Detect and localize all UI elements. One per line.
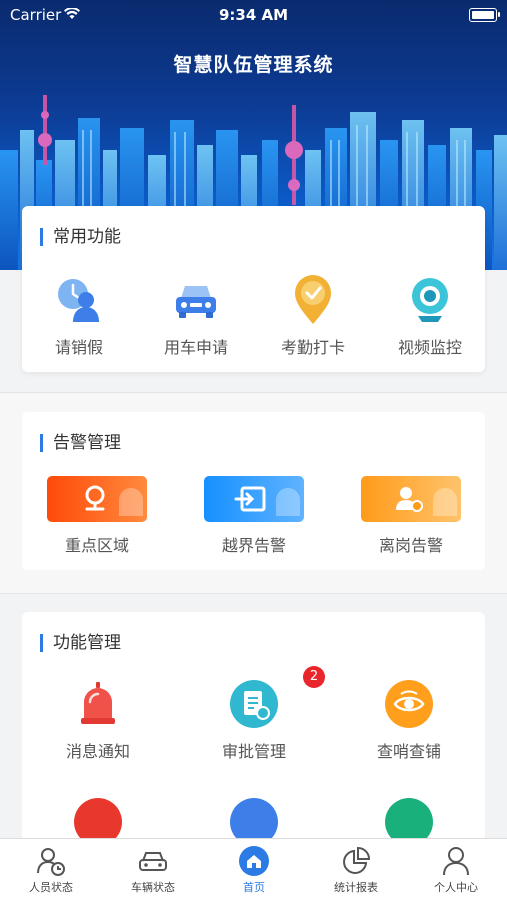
feature-checkin[interactable]: 考勤打卡 xyxy=(258,274,368,358)
inspection-icon xyxy=(383,678,435,730)
feature-checkin-label: 考勤打卡 xyxy=(280,338,345,357)
section-title-alarm: 告警管理 xyxy=(40,434,121,452)
alarm-key-area-label: 重点区域 xyxy=(64,536,129,555)
tab-vehicle-label: 车辆状态 xyxy=(131,881,175,894)
alarm-boundary[interactable]: 越界告警 xyxy=(194,476,314,556)
section-title-common: 常用功能 xyxy=(40,228,121,246)
car-icon xyxy=(170,274,222,326)
battery-icon xyxy=(469,8,500,22)
feature-leave-label: 请销假 xyxy=(54,338,103,357)
alarm-key-area[interactable]: 重点区域 xyxy=(37,476,157,556)
car-outline-icon xyxy=(137,845,169,877)
function-message[interactable]: 消息通知 xyxy=(43,678,153,762)
alarm-off-duty-label: 离岗告警 xyxy=(378,536,443,555)
tab-statistics[interactable]: 统计报表 xyxy=(311,845,401,895)
function-approval[interactable]: 审批管理 xyxy=(199,678,309,762)
feature-video-monitor[interactable]: 视频监控 xyxy=(375,274,485,358)
function-approval-label: 审批管理 xyxy=(221,742,286,761)
function-inspection-label: 查哨查铺 xyxy=(376,742,441,761)
leave-icon xyxy=(53,274,105,326)
camera-icon xyxy=(404,274,456,326)
function-message-label: 消息通知 xyxy=(65,742,130,761)
feature-video-label: 视频监控 xyxy=(397,338,462,357)
off-duty-alarm-icon xyxy=(361,476,461,522)
tab-vehicle-status[interactable]: 车辆状态 xyxy=(108,845,198,895)
alarm-boundary-label: 越界告警 xyxy=(221,536,286,555)
alarm-management-card: 告警管理 重点区域 越界告警 离岗告警 xyxy=(22,412,485,570)
bell-icon xyxy=(72,678,124,730)
function-management-card: 功能管理 消息通知 审批管理 2 查哨查铺 xyxy=(22,612,485,852)
key-area-alarm-icon xyxy=(47,476,147,522)
boundary-alarm-icon xyxy=(204,476,304,522)
feature-car-label: 用车申请 xyxy=(163,338,228,357)
person-clock-icon xyxy=(35,845,67,877)
feature-car-request[interactable]: 用车申请 xyxy=(141,274,251,358)
function-inspection[interactable]: 查哨查铺 xyxy=(354,678,464,762)
section-title-functions: 功能管理 xyxy=(40,634,121,652)
home-icon xyxy=(238,845,270,877)
feature-leave[interactable]: 请销假 xyxy=(24,274,134,358)
approval-icon xyxy=(228,678,280,730)
alarm-off-duty[interactable]: 离岗告警 xyxy=(351,476,471,556)
app-title: 智慧队伍管理系统 xyxy=(173,54,334,76)
bottom-tab-bar: 人员状态 车辆状态 首页 统计报表 个人中心 xyxy=(0,838,507,901)
tab-home-label: 首页 xyxy=(243,881,265,894)
clock: 9:34 AM xyxy=(218,6,289,24)
tab-personnel-label: 人员状态 xyxy=(29,881,73,894)
common-functions-card: 常用功能 请销假 用车申请 考勤打卡 视频监控 xyxy=(22,206,485,372)
tab-home[interactable]: 首页 xyxy=(209,845,299,895)
pie-chart-icon xyxy=(340,845,372,877)
approval-badge: 2 xyxy=(303,666,325,688)
tab-profile-label: 个人中心 xyxy=(434,881,478,894)
tab-statistics-label: 统计报表 xyxy=(334,881,378,894)
tab-personnel-status[interactable]: 人员状态 xyxy=(6,845,96,895)
tab-profile[interactable]: 个人中心 xyxy=(411,845,501,895)
user-icon xyxy=(440,845,472,877)
checkin-icon xyxy=(287,274,339,326)
status-bar: Carrier 9:34 AM xyxy=(0,0,507,30)
